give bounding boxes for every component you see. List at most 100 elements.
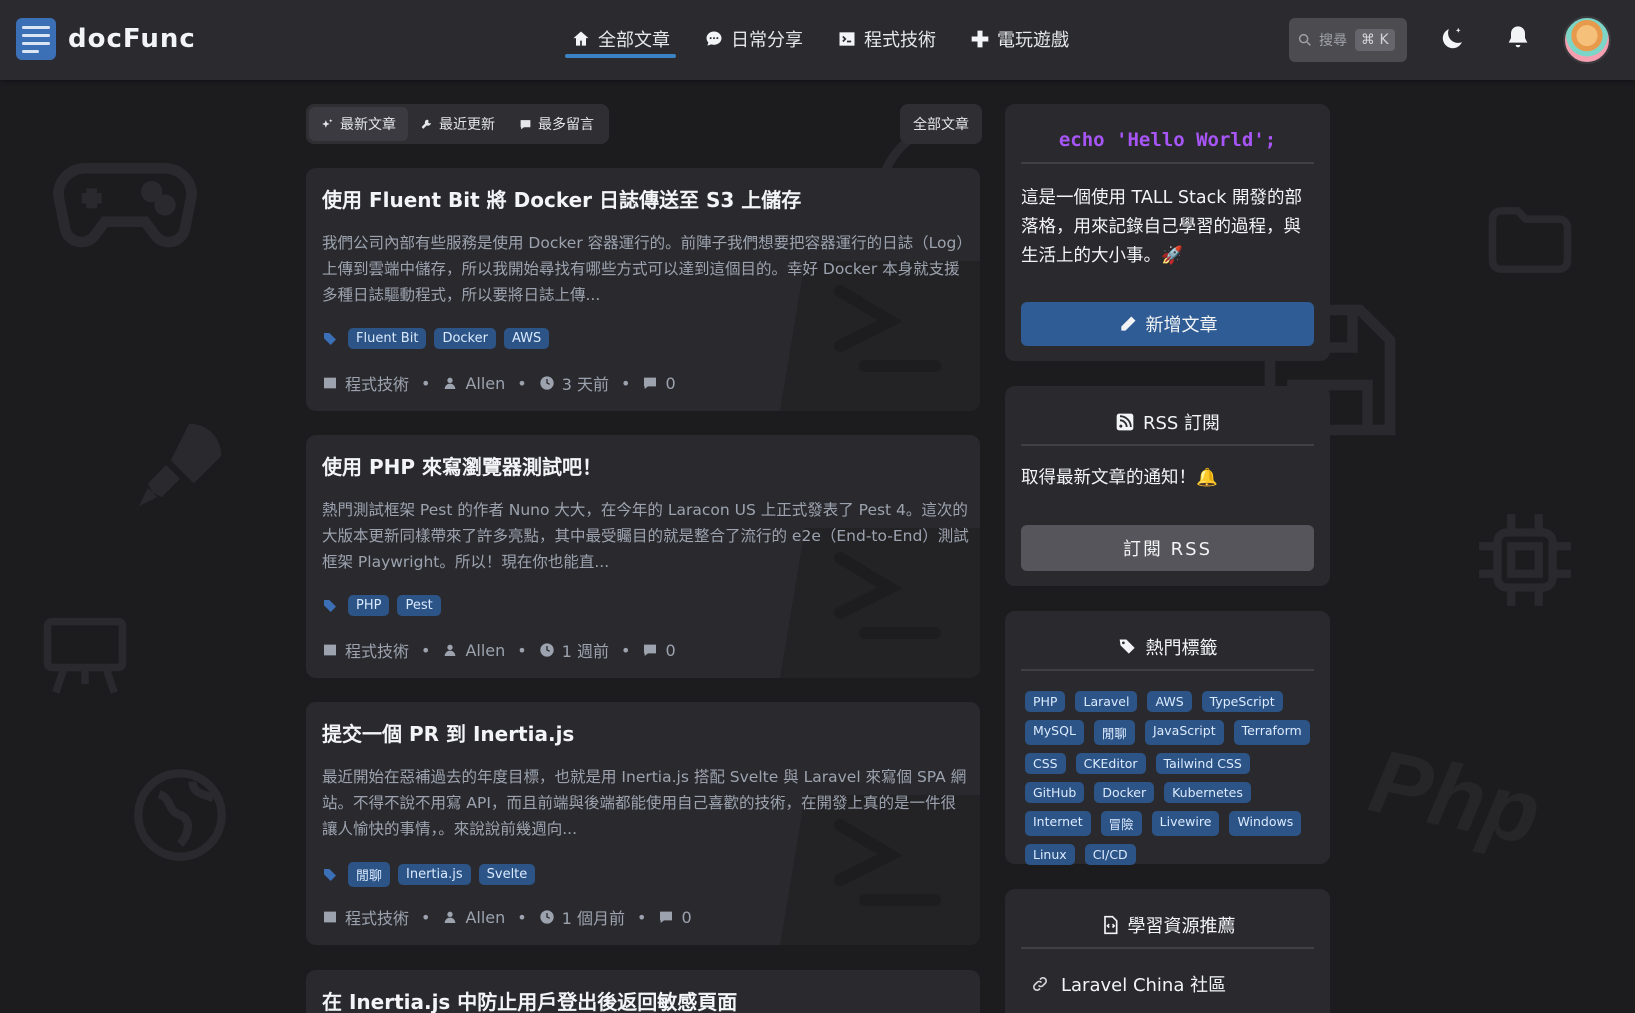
tag-typescript[interactable]: TypeScript [1201,691,1283,712]
nav-item-daily[interactable]: 日常分享 [698,22,809,56]
subscribe-rss-button[interactable]: 訂閱 RSS [1021,525,1314,571]
rss-text: 取得最新文章的通知！🔔 [1021,468,1218,488]
tag-mysql[interactable]: MySQL [1025,720,1084,745]
bg-php-logo: Php [1361,731,1549,865]
resources-card: 學習資源推薦 Laravel China 社區 [1005,889,1330,1013]
post-time: 3 天前 [561,375,609,394]
clock-icon [540,910,554,924]
tags-heading: 熱門標籤 [1021,625,1314,671]
notifications-button[interactable] [1504,24,1534,54]
nav-label: 電玩遊戲 [997,30,1069,51]
tag-docker[interactable]: Docker [1094,782,1155,803]
user-avatar[interactable] [1563,16,1611,64]
sparkles-icon [322,118,333,128]
tag-icon [324,868,336,881]
nav-item-all-posts[interactable]: 全部文章 [565,22,676,58]
user-icon [445,377,456,389]
post-meta: 程式技術 • Allen • 3 天前 • 0 [322,371,676,395]
post-card[interactable]: 提交一個 PR 到 Inertia.js 最近開始在惡補過去的年度目標，也就是用… [306,702,980,945]
bg-rocket-icon [125,410,235,520]
resources-title: 學習資源推薦 [1127,916,1236,937]
category-filter-button[interactable]: 全部文章 [900,104,982,144]
tag-laravel[interactable]: Laravel [1075,691,1138,712]
rss-title: RSS 訂閱 [1142,413,1221,434]
post-tag[interactable]: PHP [348,595,390,616]
tag-linux[interactable]: Linux [1025,844,1075,865]
tab-label: 最近更新 [439,117,495,133]
tag-livewire[interactable]: Livewire [1151,811,1220,836]
tag-javascript[interactable]: JavaScript [1144,720,1224,745]
tag-github[interactable]: GitHub [1025,782,1085,803]
nav-label: 全部文章 [598,30,670,51]
comment-icon [660,911,673,923]
intro-text: 這是一個使用 TALL Stack 開發的部落格，用來記錄自己學習的過程，與生活… [1021,188,1302,266]
search-shortcut: ⌘ K [1355,29,1395,51]
resource-link[interactable]: Laravel China 社區 [1031,971,1226,997]
post-card[interactable]: 使用 Fluent Bit 將 Docker 日誌傳送至 S3 上儲存 我們公司… [306,168,980,411]
intro-heading: echo 'Hello World'; [1021,118,1314,164]
app-name: docFunc [68,24,196,54]
tab-most-comments[interactable]: 最多留言 [507,107,606,141]
terminal-icon [324,377,336,389]
tag-chat[interactable]: 閒聊 [1093,720,1135,745]
sort-tabs: 最新文章 最近更新 最多留言 [306,104,609,144]
nav-label: 程式技術 [864,30,936,51]
tag-css[interactable]: CSS [1025,753,1066,774]
post-card[interactable]: 使用 PHP 來寫瀏覽器測試吧！ 熱門測試框架 Pest 的作者 Nuno 大大… [306,435,980,678]
post-title[interactable]: 提交一個 PR 到 Inertia.js [322,718,574,747]
post-tags: Fluent Bit Docker AWS [322,328,550,349]
tag-aws[interactable]: AWS [1147,691,1192,712]
post-author: Allen [465,907,506,927]
tag-adventure[interactable]: 冒險 [1100,811,1142,836]
post-tag[interactable]: AWS [503,328,550,349]
post-title[interactable]: 使用 PHP 來寫瀏覽器測試吧！ [322,451,602,480]
echo-code: echo 'Hello World'; [1058,129,1277,151]
post-excerpt: 我們公司內部有些服務是使用 Docker 容器運行的。前陣子我們想要把容器運行的… [322,234,965,304]
nav-item-tech[interactable]: 程式技術 [831,22,942,56]
theme-toggle-button[interactable] [1437,24,1467,54]
top-header: docFunc 全部文章 日常分享 程式技術 電玩遊戲 搜尋 ⌘ K [0,0,1635,80]
tag-windows[interactable]: Windows [1229,811,1302,836]
post-card[interactable]: 在 Inertia.js 中防止用戶登出後返回敏感頁面 [306,970,980,1013]
logo[interactable]: docFunc [16,18,196,60]
tab-label: 最多留言 [538,117,594,133]
post-title[interactable]: 使用 Fluent Bit 將 Docker 日誌傳送至 S3 上儲存 [322,184,801,213]
post-tag[interactable]: Pest [397,595,441,616]
post-category[interactable]: 程式技術 [345,638,409,662]
tag-internet[interactable]: Internet [1025,811,1091,836]
post-time: 1 個月前 [561,909,625,928]
main-nav: 全部文章 日常分享 程式技術 電玩遊戲 [565,22,1097,58]
tag-cloud: PHP Laravel AWS TypeScript MySQL 閒聊 Java… [1025,691,1314,865]
tag-ckeditor[interactable]: CKEditor [1075,753,1146,774]
tag-kubernetes[interactable]: Kubernetes [1164,782,1251,803]
rss-card: RSS 訂閱 取得最新文章的通知！🔔 訂閱 RSS [1005,386,1330,586]
new-post-button[interactable]: 新增文章 [1021,302,1314,346]
tag-ci-cd[interactable]: CI/CD [1084,844,1136,865]
tag-terraform[interactable]: Terraform [1233,720,1310,745]
post-category[interactable]: 程式技術 [345,905,409,929]
post-category[interactable]: 程式技術 [345,371,409,395]
tags-title: 熱門標籤 [1145,638,1218,659]
tab-latest[interactable]: 最新文章 [309,107,408,141]
intro-card: echo 'Hello World'; 這是一個使用 TALL Stack 開發… [1005,104,1330,361]
post-title[interactable]: 在 Inertia.js 中防止用戶登出後返回敏感頁面 [322,986,737,1013]
button-label: 新增文章 [1145,315,1218,336]
tab-recently-updated[interactable]: 最近更新 [408,107,507,141]
bg-chip-icon [1470,505,1580,615]
nav-item-games[interactable]: 電玩遊戲 [964,22,1075,56]
post-tags: 閒聊 Inertia.js Svelte [322,862,536,887]
tag-php[interactable]: PHP [1025,691,1066,712]
search-button[interactable]: 搜尋 ⌘ K [1289,18,1407,62]
rss-heading: RSS 訂閱 [1021,400,1314,446]
moon-icon [1442,27,1462,49]
comment-icon [644,644,657,656]
tag-tailwind-css[interactable]: Tailwind CSS [1155,753,1250,774]
popular-tags-card: 熱門標籤 PHP Laravel AWS TypeScript MySQL 閒聊… [1005,611,1330,865]
post-tag[interactable]: Fluent Bit [348,328,427,349]
post-tag[interactable]: Inertia.js [398,864,471,885]
post-tag[interactable]: Docker [434,328,496,349]
post-meta: 程式技術 • Allen • 1 週前 • 0 [322,638,676,662]
bg-folder-icon [1480,190,1580,290]
post-tag[interactable]: Svelte [478,864,536,885]
post-tag[interactable]: 閒聊 [348,862,391,887]
